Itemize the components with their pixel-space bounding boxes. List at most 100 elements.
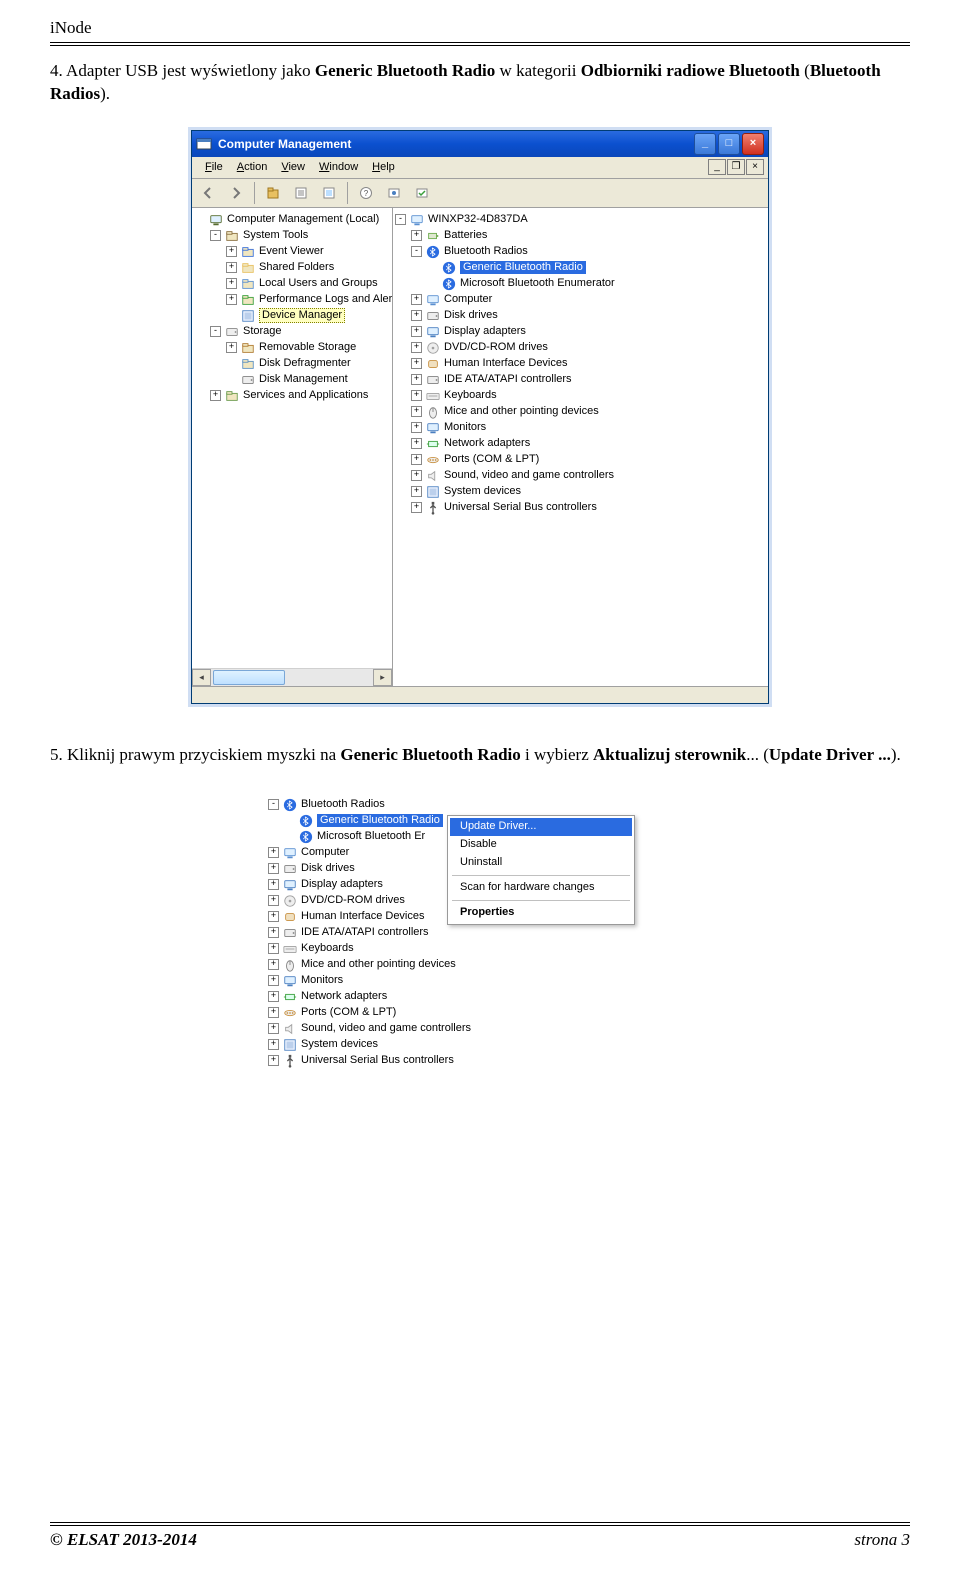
toolbar-icon-2[interactable]	[410, 181, 434, 205]
scroll-left-button[interactable]: ◂	[192, 669, 211, 686]
tree-item[interactable]: +Services and Applications	[194, 388, 390, 404]
tree-item[interactable]: +Shared Folders	[194, 260, 390, 276]
tree-item[interactable]: +Monitors	[395, 420, 766, 436]
expand-icon[interactable]: +	[411, 390, 422, 401]
tree-item[interactable]: +Ports (COM & LPT)	[395, 452, 766, 468]
scroll-right-button[interactable]: ▸	[373, 669, 392, 686]
tree-item[interactable]: +Human Interface Devices	[395, 356, 766, 372]
toolbar-icon-1[interactable]	[382, 181, 406, 205]
expand-icon[interactable]: +	[268, 879, 279, 890]
help-button[interactable]: ?	[354, 181, 378, 205]
right-tree[interactable]: -WINXP32-4D837DA+Batteries-Bluetooth Rad…	[393, 208, 768, 520]
tree-item[interactable]: +Monitors	[252, 973, 708, 989]
expand-icon[interactable]: +	[226, 262, 237, 273]
scroll-thumb[interactable]	[213, 670, 285, 685]
tree-item[interactable]: +IDE ATA/ATAPI controllers	[395, 372, 766, 388]
tree-item[interactable]: Device Manager	[194, 308, 390, 324]
titlebar[interactable]: Computer Management _ □ ×	[192, 131, 768, 157]
expand-icon[interactable]: +	[411, 406, 422, 417]
expand-icon[interactable]: +	[411, 486, 422, 497]
tree-item[interactable]: Generic Bluetooth Radio	[395, 260, 766, 276]
expand-icon[interactable]: +	[210, 390, 221, 401]
menu-item-update-driver[interactable]: Update Driver...	[450, 818, 632, 836]
expand-icon[interactable]: +	[226, 246, 237, 257]
tree-item[interactable]: +IDE ATA/ATAPI controllers	[252, 925, 708, 941]
expand-icon[interactable]: +	[268, 1007, 279, 1018]
expand-icon[interactable]: +	[411, 422, 422, 433]
tree-item[interactable]: +Universal Serial Bus controllers	[395, 500, 766, 516]
menu-item-window[interactable]: Window	[312, 159, 365, 176]
menu-item-help[interactable]: Help	[365, 159, 402, 176]
expand-icon[interactable]: +	[411, 454, 422, 465]
maximize-button[interactable]: □	[718, 133, 740, 155]
collapse-icon[interactable]: -	[395, 214, 406, 225]
collapse-icon[interactable]: -	[411, 246, 422, 257]
menu-item-disable[interactable]: Disable	[450, 836, 632, 854]
tree-item[interactable]: +Sound, video and game controllers	[252, 1021, 708, 1037]
expand-icon[interactable]: +	[226, 278, 237, 289]
scroll-track[interactable]	[211, 669, 373, 686]
mdi-minimize-button[interactable]: _	[708, 159, 726, 175]
tree-item[interactable]: +Network adapters	[252, 989, 708, 1005]
tree-item[interactable]: -Storage	[194, 324, 390, 340]
expand-icon[interactable]: +	[268, 847, 279, 858]
tree-item[interactable]: Disk Management	[194, 372, 390, 388]
mdi-close-button[interactable]: ×	[746, 159, 764, 175]
expand-icon[interactable]: +	[268, 911, 279, 922]
menu-item-action[interactable]: Action	[230, 159, 275, 176]
expand-icon[interactable]: +	[226, 342, 237, 353]
tree-item[interactable]: Computer Management (Local)	[194, 212, 390, 228]
refresh-button[interactable]	[317, 181, 341, 205]
expand-icon[interactable]: +	[268, 943, 279, 954]
expand-icon[interactable]: +	[411, 374, 422, 385]
tree-item[interactable]: +DVD/CD-ROM drives	[395, 340, 766, 356]
left-tree[interactable]: Computer Management (Local)-System Tools…	[192, 208, 392, 668]
tree-item[interactable]: +Keyboards	[252, 941, 708, 957]
tree-item[interactable]: +Performance Logs and Alerts	[194, 292, 390, 308]
tree-item[interactable]: +Computer	[395, 292, 766, 308]
up-button[interactable]	[261, 181, 285, 205]
expand-icon[interactable]: +	[411, 502, 422, 513]
collapse-icon[interactable]: -	[268, 799, 279, 810]
minimize-button[interactable]: _	[694, 133, 716, 155]
collapse-icon[interactable]: -	[210, 230, 221, 241]
collapse-icon[interactable]: -	[210, 326, 221, 337]
tree-item[interactable]: -System Tools	[194, 228, 390, 244]
tree-item[interactable]: +Sound, video and game controllers	[395, 468, 766, 484]
tree-item[interactable]: +System devices	[252, 1037, 708, 1053]
expand-icon[interactable]: +	[268, 1039, 279, 1050]
tree-item[interactable]: +System devices	[395, 484, 766, 500]
expand-icon[interactable]: +	[268, 1023, 279, 1034]
tree-item[interactable]: +Keyboards	[395, 388, 766, 404]
tree-item[interactable]: +Universal Serial Bus controllers	[252, 1053, 708, 1069]
expand-icon[interactable]: +	[411, 342, 422, 353]
expand-icon[interactable]: +	[411, 470, 422, 481]
tree-item[interactable]: Microsoft Bluetooth Enumerator	[395, 276, 766, 292]
expand-icon[interactable]: +	[411, 294, 422, 305]
expand-icon[interactable]: +	[268, 863, 279, 874]
back-button[interactable]	[196, 181, 220, 205]
menu-item-uninstall[interactable]: Uninstall	[450, 854, 632, 872]
tree-item[interactable]: +Removable Storage	[194, 340, 390, 356]
menu-item-scan-for-hardware-changes[interactable]: Scan for hardware changes	[450, 879, 632, 897]
mdi-restore-button[interactable]: ❐	[727, 159, 745, 175]
forward-button[interactable]	[224, 181, 248, 205]
expand-icon[interactable]: +	[268, 895, 279, 906]
expand-icon[interactable]: +	[411, 230, 422, 241]
context-menu[interactable]: Update Driver...DisableUninstall Scan for…	[447, 815, 635, 925]
tree-item[interactable]: +Disk drives	[395, 308, 766, 324]
tree-item[interactable]: -WINXP32-4D837DA	[395, 212, 766, 228]
tree-item[interactable]: +Local Users and Groups	[194, 276, 390, 292]
tree-item[interactable]: +Mice and other pointing devices	[395, 404, 766, 420]
tree-item[interactable]: +Batteries	[395, 228, 766, 244]
expand-icon[interactable]: +	[226, 294, 237, 305]
menu-item-properties[interactable]: Properties	[450, 904, 632, 922]
expand-icon[interactable]: +	[268, 991, 279, 1002]
tree-item[interactable]: +Display adapters	[395, 324, 766, 340]
tree-item[interactable]: +Ports (COM & LPT)	[252, 1005, 708, 1021]
expand-icon[interactable]: +	[411, 310, 422, 321]
close-button[interactable]: ×	[742, 133, 764, 155]
expand-icon[interactable]: +	[411, 326, 422, 337]
tree-item[interactable]: +Network adapters	[395, 436, 766, 452]
properties-button[interactable]	[289, 181, 313, 205]
